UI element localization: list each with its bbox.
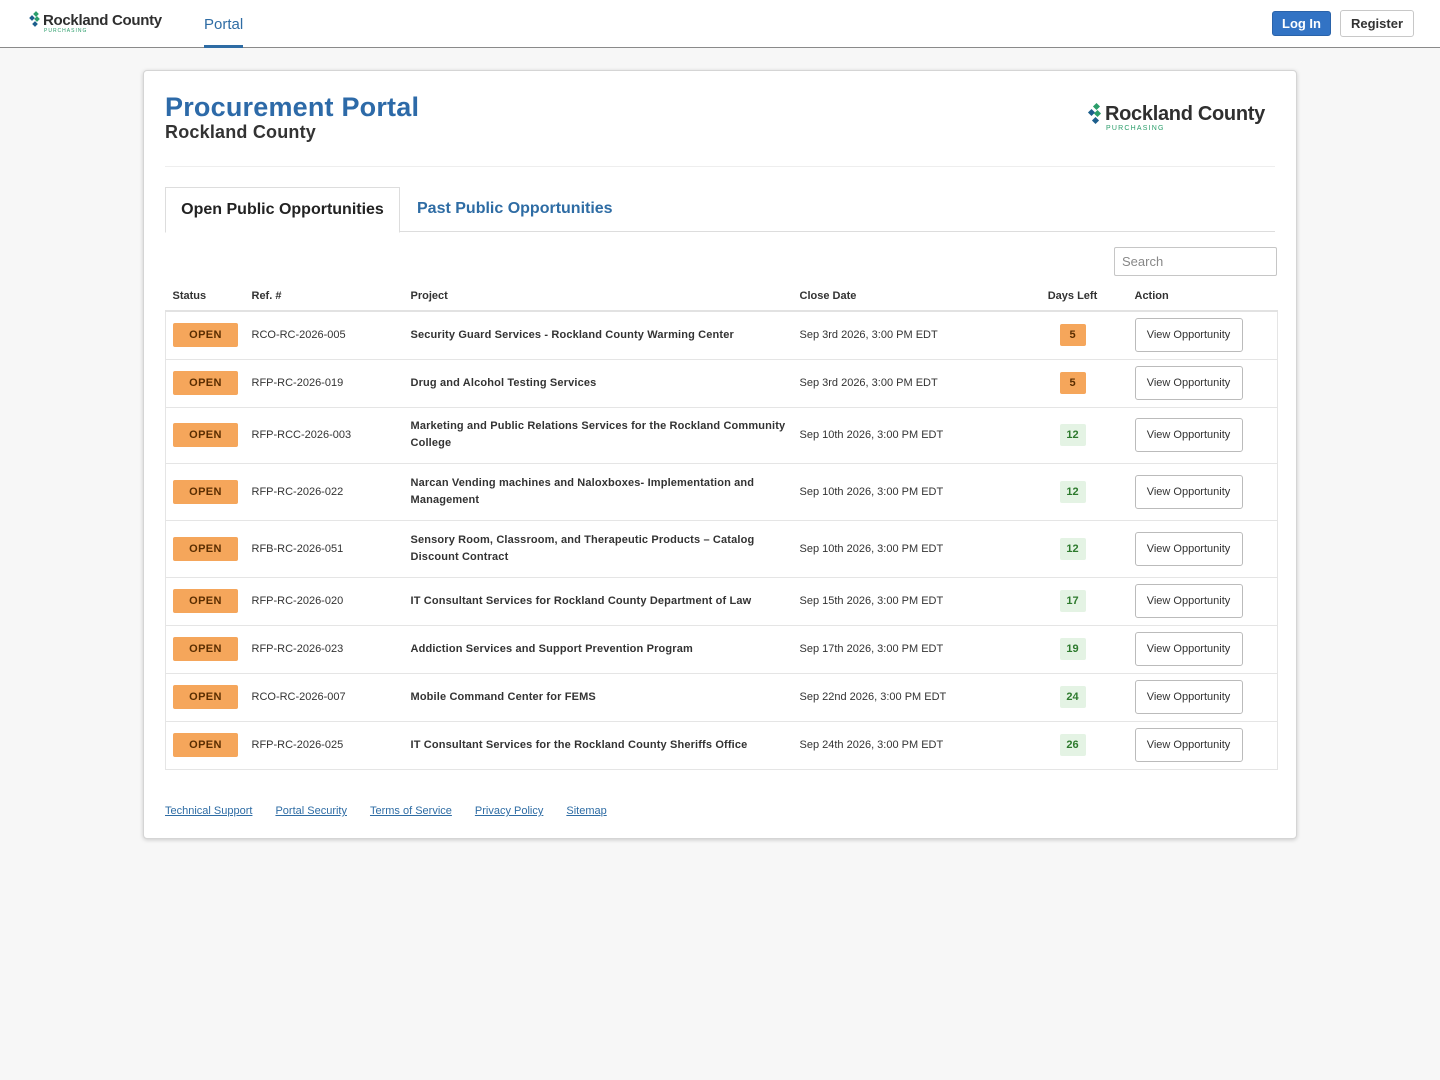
page-title: Procurement Portal	[165, 92, 420, 122]
ref-number: RFP-RC-2026-022	[244, 463, 404, 521]
status-badge: OPEN	[173, 323, 238, 348]
days-left-badge: 12	[1059, 537, 1086, 560]
close-date: Sep 10th 2026, 3:00 PM EDT	[792, 520, 1018, 578]
view-opportunity-button[interactable]: View Opportunity	[1134, 584, 1243, 618]
close-date: Sep 24th 2026, 3:00 PM EDT	[792, 721, 1018, 770]
register-button[interactable]: Register	[1340, 10, 1414, 37]
header-divider	[165, 166, 1275, 167]
footer-link-terms-of-service[interactable]: Terms of Service	[370, 805, 452, 817]
view-opportunity-button[interactable]: View Opportunity	[1134, 366, 1243, 400]
status-badge: OPEN	[173, 733, 238, 757]
view-opportunity-button[interactable]: View Opportunity	[1134, 418, 1243, 452]
search-input[interactable]	[1114, 247, 1277, 276]
close-date: Sep 3rd 2026, 3:00 PM EDT	[792, 311, 1018, 360]
status-badge: OPEN	[173, 685, 238, 709]
close-date: Sep 15th 2026, 3:00 PM EDT	[792, 577, 1018, 626]
days-left-badge: 19	[1059, 638, 1086, 660]
view-opportunity-button[interactable]: View Opportunity	[1134, 728, 1243, 762]
close-date: Sep 3rd 2026, 3:00 PM EDT	[792, 359, 1018, 408]
days-left-badge: 24	[1059, 686, 1086, 708]
view-opportunity-button[interactable]: View Opportunity	[1134, 680, 1243, 714]
close-date: Sep 22nd 2026, 3:00 PM EDT	[792, 673, 1018, 722]
project-name: Drug and Alcohol Testing Services	[403, 359, 793, 408]
close-date: Sep 10th 2026, 3:00 PM EDT	[792, 407, 1018, 464]
footer-link-privacy-policy[interactable]: Privacy Policy	[475, 805, 543, 817]
status-badge: OPEN	[173, 423, 238, 447]
opportunities-table: Status Ref. # Project Close Date Days Le…	[165, 281, 1278, 770]
logo-diamond-icon	[29, 11, 42, 27]
table-row: OPEN RFB-RC-2026-051 Sensory Room, Class…	[165, 520, 1278, 578]
col-action: Action	[1127, 281, 1278, 312]
col-close-date[interactable]: Close Date	[792, 281, 1018, 312]
footer-link-technical-support[interactable]: Technical Support	[165, 805, 252, 817]
header-logo-sub: PURCHASING	[1106, 125, 1165, 132]
table-row: OPEN RFP-RC-2026-019 Drug and Alcohol Te…	[165, 359, 1278, 408]
nav-tab-portal[interactable]: Portal	[204, 0, 244, 48]
ref-number: RFP-RC-2026-023	[244, 625, 404, 674]
footer-links: Technical Support Portal Security Terms …	[165, 805, 630, 817]
ref-number: RFP-RCC-2026-003	[244, 407, 404, 464]
project-name: Security Guard Services - Rockland Count…	[403, 311, 793, 360]
table-row: OPEN RFP-RCC-2026-003 Marketing and Publ…	[165, 407, 1278, 464]
status-badge: OPEN	[173, 536, 238, 561]
table-row: OPEN RFP-RC-2026-023 Addiction Services …	[165, 625, 1278, 674]
page-subtitle: Rockland County	[165, 122, 317, 142]
view-opportunity-button[interactable]: View Opportunity	[1134, 318, 1243, 353]
header-logo: Rockland County PURCHASING	[1087, 102, 1265, 132]
tab-past-opportunities[interactable]: Past Public Opportunities	[417, 187, 613, 231]
project-name: Mobile Command Center for FEMS	[403, 673, 793, 722]
days-left-badge: 26	[1059, 734, 1086, 756]
days-left-badge: 12	[1059, 480, 1086, 503]
days-left-badge: 5	[1059, 372, 1086, 394]
nav-logo-brand: Rockland County	[43, 12, 162, 29]
table-header-row: Status Ref. # Project Close Date Days Le…	[165, 281, 1278, 312]
project-name: IT Consultant Services for Rockland Coun…	[403, 577, 793, 626]
project-name: Addiction Services and Support Preventio…	[403, 625, 793, 674]
days-left-badge: 5	[1059, 324, 1086, 347]
ref-number: RCO-RC-2026-005	[244, 311, 404, 360]
nav-logo-sub: PURCHASING	[44, 28, 88, 34]
ref-number: RFP-RC-2026-019	[244, 359, 404, 408]
login-button[interactable]: Log In	[1272, 11, 1331, 36]
days-left-badge: 17	[1059, 590, 1086, 612]
view-opportunity-button[interactable]: View Opportunity	[1134, 632, 1243, 666]
ref-number: RCO-RC-2026-007	[244, 673, 404, 722]
project-name: Marketing and Public Relations Services …	[403, 407, 793, 464]
portal-card: Procurement Portal Rockland County Rockl…	[143, 70, 1297, 839]
tab-open-opportunities[interactable]: Open Public Opportunities	[165, 187, 400, 233]
table-row: OPEN RFP-RC-2026-025 IT Consultant Servi…	[165, 721, 1278, 770]
logo-diamond-icon	[1087, 102, 1104, 127]
project-name: Sensory Room, Classroom, and Therapeutic…	[403, 520, 793, 578]
table-row: OPEN RFP-RC-2026-020 IT Consultant Servi…	[165, 577, 1278, 626]
col-days-left[interactable]: Days Left	[1017, 281, 1128, 312]
days-left-badge: 12	[1059, 424, 1086, 446]
status-badge: OPEN	[173, 589, 238, 613]
nav-logo[interactable]: Rockland County PURCHASING	[29, 11, 162, 34]
col-project[interactable]: Project	[403, 281, 793, 312]
status-badge: OPEN	[173, 637, 238, 661]
close-date: Sep 17th 2026, 3:00 PM EDT	[792, 625, 1018, 674]
col-status[interactable]: Status	[165, 281, 245, 312]
table-row: OPEN RFP-RC-2026-022 Narcan Vending mach…	[165, 463, 1278, 521]
ref-number: RFB-RC-2026-051	[244, 520, 404, 578]
status-badge: OPEN	[173, 371, 238, 395]
project-name: Narcan Vending machines and Naloxboxes- …	[403, 463, 793, 521]
view-opportunity-button[interactable]: View Opportunity	[1134, 474, 1243, 509]
project-name: IT Consultant Services for the Rockland …	[403, 721, 793, 770]
footer-link-portal-security[interactable]: Portal Security	[275, 805, 347, 817]
top-navbar: Rockland County PURCHASING Portal Log In…	[0, 0, 1440, 48]
table-row: OPEN RCO-RC-2026-007 Mobile Command Cent…	[165, 673, 1278, 722]
header-logo-brand: Rockland County	[1105, 103, 1265, 125]
close-date: Sep 10th 2026, 3:00 PM EDT	[792, 463, 1018, 521]
status-badge: OPEN	[173, 479, 238, 504]
table-row: OPEN RCO-RC-2026-005 Security Guard Serv…	[165, 311, 1278, 360]
ref-number: RFP-RC-2026-025	[244, 721, 404, 770]
footer-link-sitemap[interactable]: Sitemap	[566, 805, 606, 817]
ref-number: RFP-RC-2026-020	[244, 577, 404, 626]
col-ref[interactable]: Ref. #	[244, 281, 404, 312]
view-opportunity-button[interactable]: View Opportunity	[1134, 531, 1243, 566]
